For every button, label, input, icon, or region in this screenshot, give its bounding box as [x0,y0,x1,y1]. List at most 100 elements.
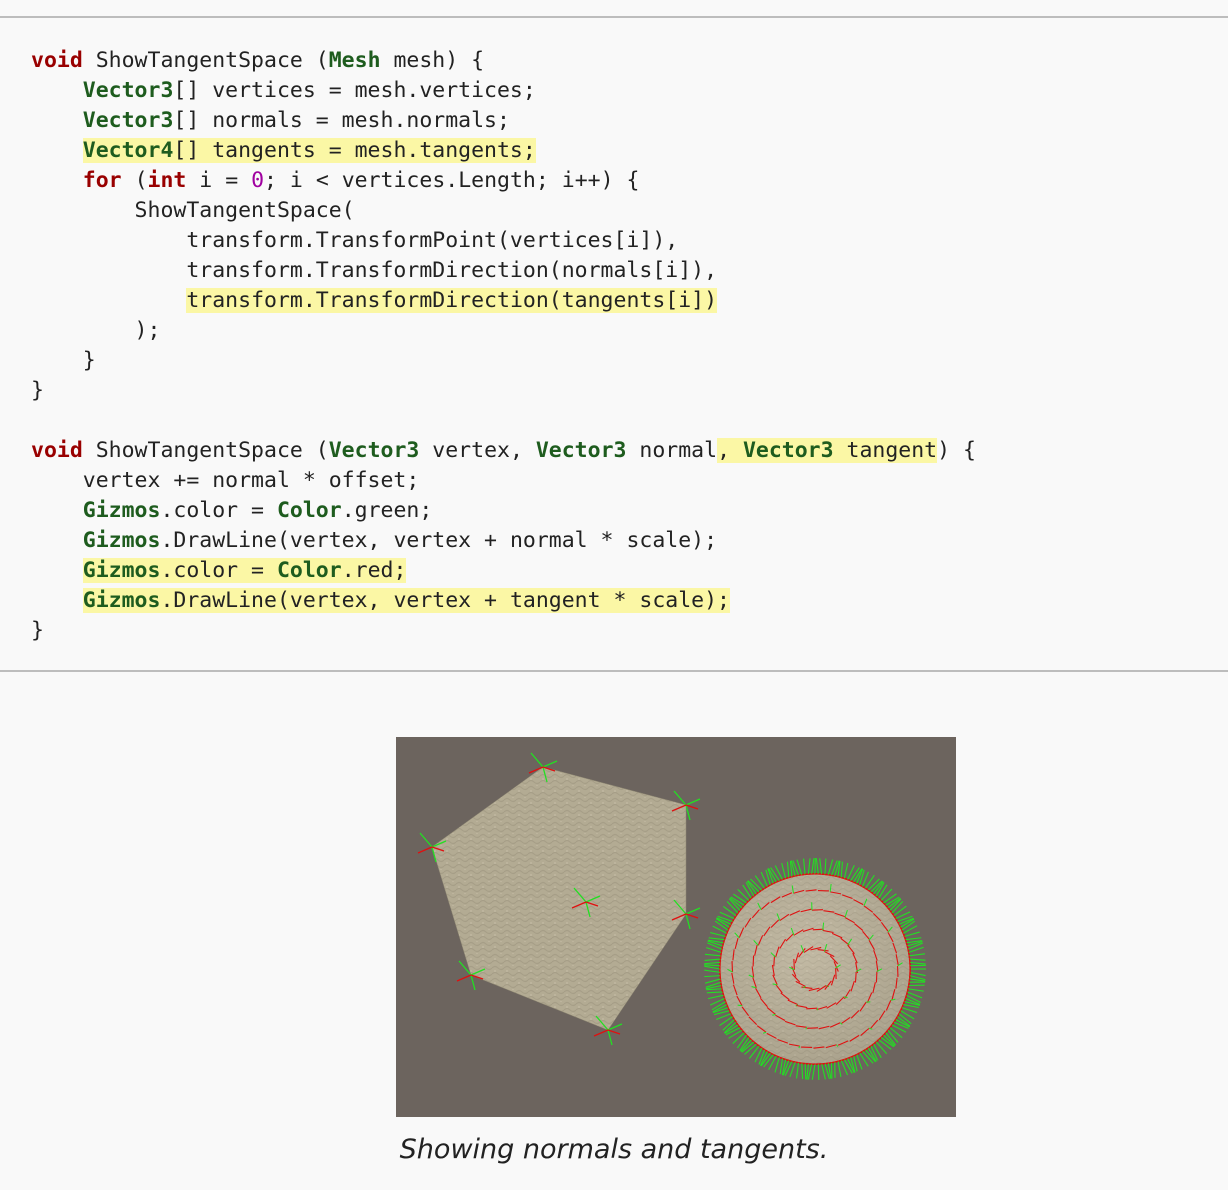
normal-line [530,752,544,768]
code-token: } [31,378,44,403]
normal-line [819,858,823,875]
normal-line [685,913,691,930]
code-line: Vector3[] normals = mesh.normals; [31,106,976,136]
normal-line [704,964,721,967]
normal-line [907,988,924,992]
normal-line [827,859,834,876]
code-line: Gizmos.DrawLine(vertex, vertex + normal … [31,526,976,556]
normal-line [837,1061,842,1078]
normal-line [706,988,723,991]
code-token: transform.TransformDirection(tangents[i]… [186,288,718,313]
code-token: tangent [833,438,938,463]
code-line: for (int i = 0; i < vertices.Length; i++… [31,166,976,196]
code-token: Color [276,498,342,523]
code-line: Vector3[] vertices = mesh.vertices; [31,76,976,106]
normal-line [807,858,811,875]
code-token: Gizmos [82,498,161,523]
tangent-line [793,958,795,970]
normal-line [774,865,783,880]
code-token: ShowTangentSpace ( [82,48,329,73]
normal-line [765,869,771,886]
code-token: .DrawLine(vertex, vertex + normal * scal… [160,528,718,553]
normal-line [737,1004,743,1007]
code-line: Gizmos.DrawLine(vertex, vertex + tangent… [31,586,976,616]
code-token: void [31,48,83,73]
code-line: } [31,376,976,406]
normal-line [902,925,918,934]
normal-line [815,858,819,875]
tangent-line [685,804,699,810]
tangent-line [417,846,433,854]
normal-line [909,953,926,957]
code-line: vertex += normal * offset; [31,466,976,496]
code-token: [] vertices = mesh.vertices; [173,78,536,103]
code-line: } [31,616,976,646]
highlighted-code: Gizmos.DrawLine(vertex, vertex + tangent… [82,588,730,613]
normal-line [900,1010,915,1020]
normal-line [704,961,721,965]
code-token: Mesh [328,48,381,73]
code-block: void ShowTangentSpace (Mesh mesh) { Vect… [31,46,976,646]
code-token: for [82,168,122,193]
bottom-divider [0,670,1228,672]
tangent-line [593,1029,609,1037]
code-token: void [31,438,83,463]
code-token: } [31,348,96,373]
normal-line [706,991,723,994]
tangent-line [811,909,823,911]
code-token: Vector3 [328,438,420,463]
code-token: Gizmos [82,558,161,583]
scene-render [417,752,926,1080]
code-token: 0 [251,168,265,193]
code-token: .color = [160,558,277,583]
normal-line [811,1063,816,1080]
code-line: } [31,346,976,376]
tangent-line [806,1007,818,1010]
code-line: Gizmos.color = Color.green; [31,496,976,526]
code-token: Vector3 [82,78,174,103]
tangent-space-figure [396,737,956,1117]
normal-line [774,1056,780,1073]
normal-line [768,1055,777,1071]
normal-line [781,863,787,879]
normal-line [685,804,691,821]
code-token: ShowTangentSpace ( [82,438,329,463]
normal-line [803,858,806,875]
normal-line [804,1063,807,1080]
normal-line [883,893,897,904]
tangent-line [854,971,857,983]
highlighted-code: Gizmos.color = Color.red; [82,558,407,583]
code-token: .red; [341,558,407,583]
code-token: Vector4 [82,138,174,163]
normal-line [607,1029,613,1046]
normal-line [843,862,849,879]
normal-line [830,860,838,876]
code-line: Gizmos.color = Color.red; [31,556,976,586]
highlighted-code: transform.TransformDirection(tangents[i]… [186,288,718,313]
normal-line [817,1063,820,1080]
normal-line [470,974,476,991]
normal-line [704,969,721,973]
normal-line [710,932,726,938]
normal-line [811,858,815,875]
normal-line [685,798,701,806]
normal-line [786,861,790,878]
code-token: transform.TransformPoint(vertices[i]), [31,228,679,253]
code-token: transform.TransformDirection(normals[i])… [31,258,718,283]
code-line: transform.TransformDirection(normals[i])… [31,256,976,286]
code-token: [] normals = mesh.normals; [173,108,510,133]
normal-line [856,1054,863,1070]
code-token: Vector3 [535,438,627,463]
code-line: transform.TransformPoint(vertices[i]), [31,226,976,256]
figure-caption: Showing normals and tangents. [399,1134,829,1165]
normal-line [704,978,721,984]
code-line: ); [31,316,976,346]
code-token: Gizmos [82,528,161,553]
code-token: ShowTangentSpace( [31,198,355,223]
code-token: ); [31,318,161,343]
normal-line [843,996,848,998]
